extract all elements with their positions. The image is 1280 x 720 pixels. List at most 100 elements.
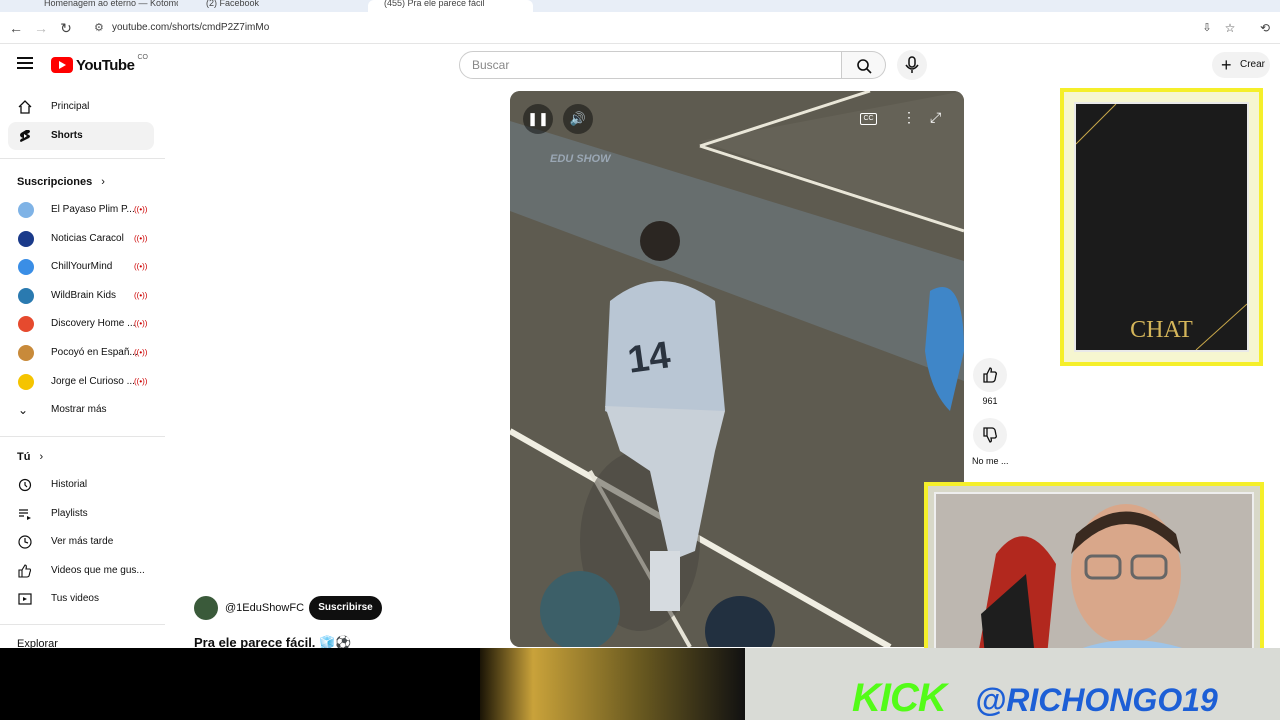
subscribe-button[interactable]: Suscribirse [309, 596, 382, 620]
sidebar-subscription[interactable]: Pocoyó en Españ... ((•)) [8, 339, 154, 367]
history-icon [18, 478, 32, 492]
sidebar-item-principal[interactable]: Principal [8, 93, 154, 121]
chevron-down-icon: ⌄ [18, 403, 29, 417]
browser-tab-active[interactable]: (455) Pra ele parece fácil [368, 0, 533, 12]
video-frame [510, 91, 964, 647]
like-count: 961 [982, 396, 998, 406]
shorts-icon [20, 130, 30, 142]
chat-label: CHAT [1130, 317, 1193, 343]
like-button[interactable] [973, 358, 1007, 392]
sidebar-item-liked-videos[interactable]: Videos que me gus... [8, 557, 154, 585]
pause-button[interactable]: ❚❚ [523, 104, 553, 134]
pause-icon: ❚❚ [527, 111, 549, 126]
youtube-play-icon [51, 57, 73, 73]
sidebar-subscription[interactable]: El Payaso Plim P... ((•)) [8, 196, 154, 224]
subscriptions-title: Suscripciones [17, 176, 93, 188]
home-icon [18, 100, 32, 114]
sidebar-subscription[interactable]: Noticias Caracol ((•)) [8, 225, 154, 253]
stream-chat-overlay: CHAT [1060, 88, 1263, 366]
address-bar: ← → ↻ ⚙ youtube.com/shorts/cmdP2Z7imMo ⇩… [0, 12, 1280, 44]
chat-panel: CHAT [1074, 102, 1249, 352]
you-title: Tú [17, 451, 31, 463]
create-label: Crear [1240, 59, 1266, 70]
live-icon: ((•)) [134, 205, 148, 214]
short-actions: 961 No me ... [972, 358, 1009, 478]
channel-avatar [18, 259, 34, 275]
video-icon [18, 593, 32, 605]
webcam-overlay [924, 482, 1264, 672]
sidebar-item-shorts[interactable]: Shorts [8, 122, 154, 150]
browser-tab[interactable]: (2) Facebook [190, 0, 340, 12]
sidebar-subscription[interactable]: WildBrain Kids ((•)) [8, 282, 154, 310]
sidebar-subscription[interactable]: Jorge el Curioso ... ((•)) [8, 368, 154, 396]
divider [0, 158, 165, 159]
search-icon [857, 59, 872, 74]
hamburger-menu-icon[interactable] [17, 57, 33, 69]
channel-name[interactable]: @1EduShowFC [225, 602, 304, 614]
youtube-logo[interactable]: YouTube CO [51, 53, 148, 75]
volume-button[interactable]: 🔊 [563, 104, 593, 134]
sidebar-item-watch-later[interactable]: Ver más tarde [8, 528, 154, 556]
sidebar-item-history[interactable]: Historial [8, 471, 154, 499]
video-watermark: EDU SHOW [550, 153, 611, 165]
thumbs-up-icon [983, 367, 997, 383]
you-heading[interactable]: Tú › [17, 451, 43, 463]
playlist-icon [19, 509, 31, 520]
reload-icon[interactable]: ↻ [58, 20, 74, 36]
channel-avatar [18, 374, 34, 390]
streamer-handle: @RICHONGO19 [975, 682, 1218, 718]
webcam-feed [934, 492, 1254, 664]
kick-logo-text: KICK [852, 676, 947, 720]
site-info-icon[interactable]: ⚙ [94, 16, 104, 40]
channel-avatar [18, 316, 34, 332]
voice-search-button[interactable] [897, 50, 927, 80]
history-icon[interactable]: ⟲ [1257, 20, 1273, 36]
live-icon: ((•)) [134, 291, 148, 300]
fullscreen-icon[interactable]: ⤢ [930, 109, 941, 126]
thumbs-up-icon [18, 564, 32, 578]
streamer-image [936, 494, 1252, 662]
channel-avatar [18, 288, 34, 304]
stream-bottom-bar: KICK @RICHONGO19 [0, 648, 1280, 720]
plus-icon: + [1221, 55, 1232, 75]
browser-tab-bar: Homenagem ao eterno — Kotomon (2) Facebo… [0, 0, 1280, 12]
country-code: CO [137, 53, 148, 61]
url-text: youtube.com/shorts/cmdP2Z7imMo [112, 22, 270, 33]
channel-avatar [18, 345, 34, 361]
short-video-player[interactable]: EDU SHOW 14 ❚❚ 🔊 CC ⋮ ⤢ [510, 91, 964, 647]
sidebar-item-label: Videos que me gus... [51, 565, 145, 576]
search-input[interactable]: Buscar [459, 51, 842, 79]
subscription-label: ChillYourMind [51, 261, 113, 272]
channel-avatar[interactable] [194, 596, 218, 620]
show-more-button[interactable]: ⌄ Mostrar más [8, 396, 154, 424]
sidebar-item-your-videos[interactable]: Tus videos [8, 585, 154, 613]
browser-tab[interactable]: Homenagem ao eterno — Kotomon [28, 0, 178, 12]
url-field[interactable]: ⚙ youtube.com/shorts/cmdP2Z7imMo [88, 16, 1188, 40]
subscriptions-heading[interactable]: Suscripciones › [17, 176, 105, 188]
sidebar-subscription[interactable]: ChillYourMind ((•)) [8, 253, 154, 281]
create-button[interactable]: + Crear [1212, 52, 1270, 78]
bookmark-star-icon[interactable]: ☆ [1222, 20, 1238, 36]
live-icon: ((•)) [134, 348, 148, 357]
captions-icon[interactable]: CC [860, 113, 877, 125]
divider [0, 624, 165, 625]
dislike-button[interactable] [973, 418, 1007, 452]
forward-icon[interactable]: → [33, 20, 49, 36]
subscription-label: Discovery Home ... [51, 318, 136, 329]
more-options-icon[interactable]: ⋮ [902, 109, 916, 126]
divider [0, 436, 165, 437]
install-icon[interactable]: ⇩ [1199, 20, 1215, 36]
subscription-label: Noticias Caracol [51, 233, 124, 244]
sidebar-item-label: Playlists [51, 508, 88, 519]
logo-text: YouTube [76, 56, 135, 74]
sidebar-subscription[interactable]: Discovery Home ... ((•)) [8, 310, 154, 338]
youtube-header: YouTube CO Buscar + Crear [0, 44, 1280, 86]
subscription-label: Jorge el Curioso ... [51, 376, 135, 387]
sidebar-item-label: Principal [51, 101, 90, 112]
volume-icon: 🔊 [569, 111, 587, 126]
back-icon[interactable]: ← [8, 20, 24, 36]
search-button[interactable] [842, 51, 886, 79]
thumbs-down-icon [983, 427, 997, 443]
chat-frame-decoration [1076, 104, 1247, 350]
sidebar-item-playlists[interactable]: Playlists [8, 500, 154, 528]
